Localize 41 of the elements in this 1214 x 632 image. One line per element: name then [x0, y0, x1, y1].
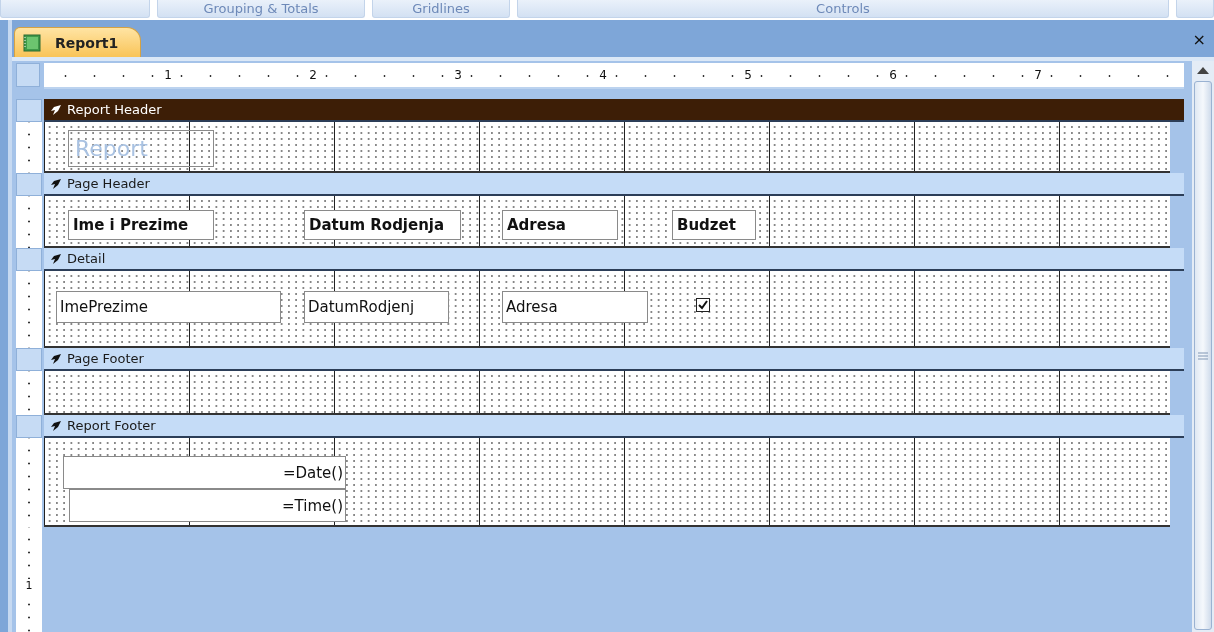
- report-icon: [23, 33, 41, 52]
- column-label[interactable]: Budzet: [672, 210, 756, 240]
- grip-icon: [1198, 351, 1208, 360]
- section-selector[interactable]: [16, 248, 42, 271]
- section-selector[interactable]: [16, 99, 42, 122]
- section-arrow-icon: [50, 252, 62, 265]
- close-button[interactable]: ×: [1192, 30, 1206, 49]
- column-label[interactable]: Datum Rodjenja: [304, 210, 461, 240]
- section-selector[interactable]: [16, 348, 42, 371]
- ruler-number: 1: [25, 579, 33, 593]
- column-label[interactable]: Ime i Prezime: [68, 210, 214, 240]
- section-bar[interactable]: Page Header: [44, 173, 1184, 196]
- vertical-ruler: [16, 196, 42, 248]
- section-title: Page Footer: [67, 351, 144, 366]
- vertical-ruler: [16, 371, 42, 415]
- section-selector[interactable]: [16, 415, 42, 438]
- section-arrow-icon: [50, 177, 62, 190]
- checkbox[interactable]: [696, 298, 710, 312]
- scroll-up-icon[interactable]: [1197, 66, 1209, 74]
- expression-text-box[interactable]: =Date(): [63, 456, 346, 489]
- column-label[interactable]: Adresa: [502, 210, 618, 240]
- section-title: Report Footer: [67, 418, 156, 433]
- select-report-box[interactable]: [16, 63, 40, 87]
- text-box-control[interactable]: Adresa: [502, 291, 648, 323]
- vertical-ruler: [16, 122, 42, 173]
- section-title: Page Header: [67, 176, 150, 191]
- section-title: Report Header: [67, 102, 162, 117]
- section-bar[interactable]: Report Footer: [44, 415, 1184, 438]
- text-box-control[interactable]: ImePrezime: [56, 291, 281, 323]
- section-bar[interactable]: Detail: [44, 248, 1184, 271]
- section-arrow-icon: [50, 419, 62, 432]
- ruler-number: 4: [596, 68, 610, 82]
- section-selector[interactable]: [16, 173, 42, 196]
- section-arrow-icon: [50, 103, 62, 116]
- section-arrow-icon: [50, 352, 62, 365]
- section-bar[interactable]: Report Header: [44, 99, 1184, 122]
- text-box-control[interactable]: DatumRodjenj: [304, 291, 449, 323]
- document-tab[interactable]: Report1: [14, 27, 142, 57]
- section-title: Detail: [67, 251, 106, 266]
- expression-text-box[interactable]: =Time(): [69, 489, 346, 522]
- section-bar[interactable]: Page Footer: [44, 348, 1184, 371]
